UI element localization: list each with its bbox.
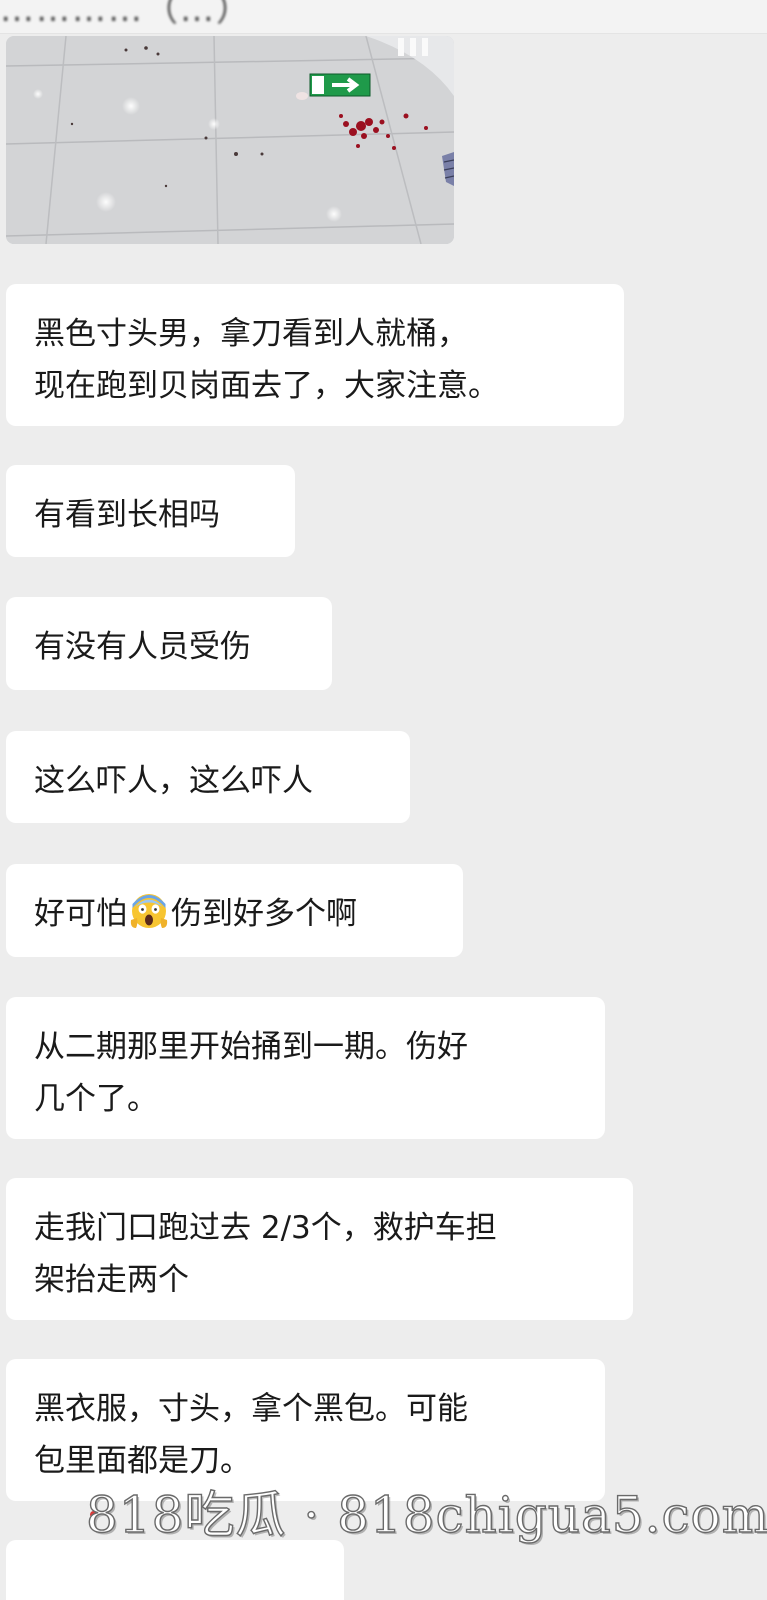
message-text: 好可怕 伤到好多个啊 xyxy=(34,888,435,940)
message-text: 几个了。 xyxy=(34,1081,158,1117)
chat-header-strip: …………（…） xyxy=(0,0,767,34)
message-bubble-1[interactable]: 黑色寸头男，拿刀看到人就桶， 现在跑到贝岗面去了，大家注意。 xyxy=(6,284,624,426)
scream-emoji-icon xyxy=(130,894,168,928)
message-text: 黑色寸头男，拿刀看到人就桶， xyxy=(34,316,468,352)
chat-screen: …………（…） 黑色寸头男，拿刀看到人就桶， 现在跑到贝岗面去了，大家注意。 有… xyxy=(0,0,767,1600)
message-text: 从二期那里开始捅到一期。伤好 xyxy=(34,1029,468,1065)
message-bubble-partial[interactable] xyxy=(6,1540,344,1600)
message-text: 架抬走两个 xyxy=(34,1262,189,1298)
watermark-text: 818吃瓜 · 818chigua5.com xyxy=(85,1485,767,1544)
message-text: 现在跑到贝岗面去了，大家注意。 xyxy=(34,368,499,404)
message-text: 黑衣服，寸头，拿个黑包。可能 xyxy=(34,1391,468,1427)
message-text: 有没有人员受伤 xyxy=(34,629,251,665)
message-bubble-5[interactable]: 好可怕 伤到好多个啊 xyxy=(6,864,463,957)
message-bubble-3[interactable]: 有没有人员受伤 xyxy=(6,597,332,690)
message-bubble-6[interactable]: 从二期那里开始捅到一期。伤好 几个了。 xyxy=(6,997,605,1139)
message-bubble-2[interactable]: 有看到长相吗 xyxy=(6,465,295,557)
message-text-part: 伤到好多个啊 xyxy=(171,896,357,932)
chat-title-cropped: …………（…） xyxy=(0,0,252,30)
message-text-part: 好可怕 xyxy=(34,896,127,932)
floor-photo xyxy=(6,36,454,244)
message-text: 有看到长相吗 xyxy=(34,497,220,533)
image-message[interactable] xyxy=(6,36,454,244)
message-text: 这么吓人，这么吓人 xyxy=(34,763,313,799)
message-bubble-4[interactable]: 这么吓人，这么吓人 xyxy=(6,731,410,823)
message-text: 走我门口跑过去 2/3个，救护车担 xyxy=(34,1210,497,1246)
message-bubble-7[interactable]: 走我门口跑过去 2/3个，救护车担 架抬走两个 xyxy=(6,1178,633,1320)
